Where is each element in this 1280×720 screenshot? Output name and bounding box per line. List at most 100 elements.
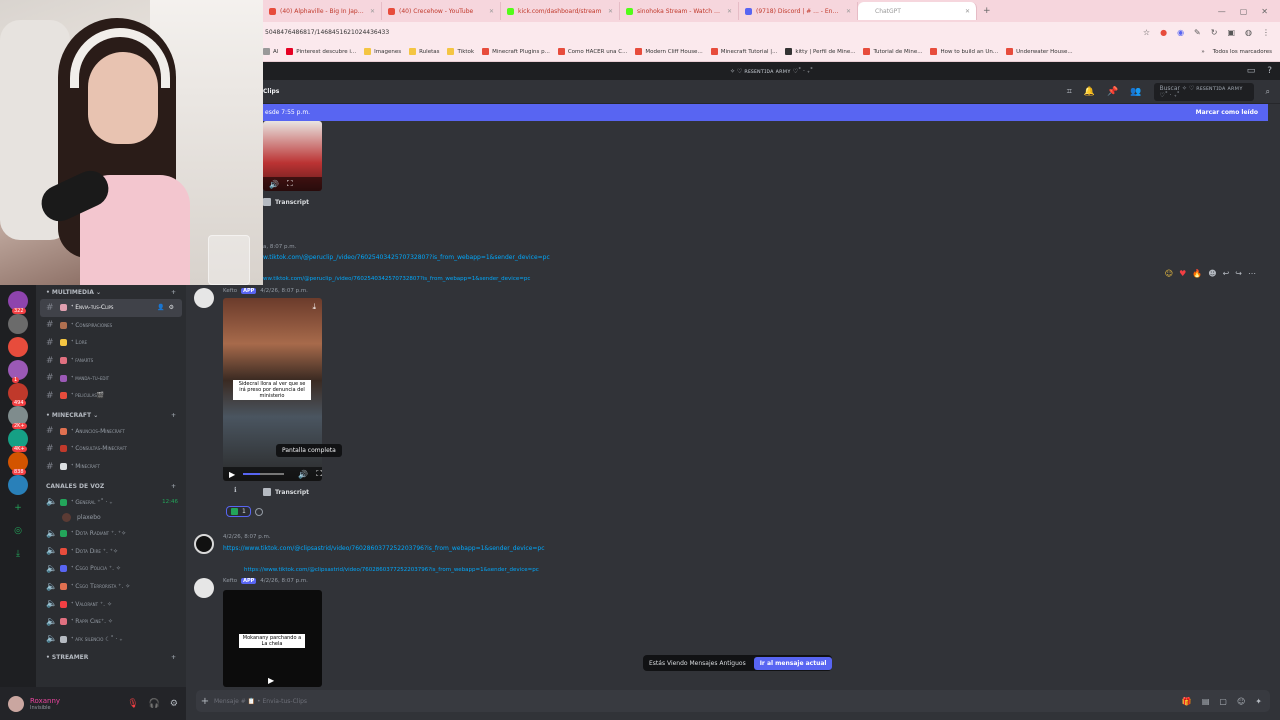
fullscreen-icon[interactable]: ⛶: [287, 179, 293, 189]
add-channel-icon[interactable]: +: [171, 483, 176, 490]
invite-icon[interactable]: 👤: [157, 304, 164, 311]
more-icon[interactable]: ⋯: [1248, 269, 1256, 278]
tab-close-icon[interactable]: ✕: [489, 8, 494, 15]
reply-link[interactable]: ww.tiktok.com/@peruclip_/video/760254034…: [263, 276, 530, 282]
avatar[interactable]: [194, 578, 214, 598]
bookmark-item[interactable]: kitty | Perfil de Mine...: [785, 48, 855, 55]
server-icon[interactable]: 322: [8, 291, 28, 314]
category-voz[interactable]: CANALES DE VOZ +: [36, 479, 186, 493]
bookmark-item[interactable]: How to build an Un...: [930, 48, 998, 55]
voice-channel-item[interactable]: 🔈 ᐩ Csgo Policia ⁺. ✧: [36, 560, 186, 578]
server-icon[interactable]: 838: [8, 452, 28, 475]
bookmarks-overflow-icon[interactable]: »: [1201, 49, 1204, 55]
channel-item[interactable]: # ᐩ fanarts: [36, 352, 186, 370]
voice-channel-item[interactable]: 🔈 ᐩ Rappi Cine⁺. ✧: [36, 613, 186, 631]
server-icon[interactable]: [8, 337, 28, 357]
gift-icon[interactable]: 🎁: [1182, 697, 1192, 706]
channel-item[interactable]: # ᐩ Lore: [36, 334, 186, 352]
channel-item[interactable]: # ᐩ Anuncios-Minecraft: [36, 423, 186, 441]
help-icon[interactable]: ?: [1267, 66, 1272, 76]
add-attachment-icon[interactable]: +: [196, 696, 214, 707]
play-icon[interactable]: ▶: [229, 470, 235, 479]
mute-icon[interactable]: 🎙: [127, 699, 138, 709]
tab-close-icon[interactable]: ✕: [370, 8, 375, 15]
browser-tab[interactable]: kick.com/dashboard/stream ✕: [501, 2, 620, 20]
bookmark-item[interactable]: Pinterest descubre i...: [286, 48, 356, 55]
add-channel-icon[interactable]: +: [171, 289, 176, 296]
bookmark-item[interactable]: Minecraft Plugins p...: [482, 48, 550, 55]
discover-icon[interactable]: ◎: [8, 521, 28, 541]
add-server-icon[interactable]: +: [8, 498, 28, 518]
members-icon[interactable]: 👥: [1130, 87, 1141, 97]
voice-channel-item[interactable]: 🔈 ᐩ Csgo Terrorista ⁺. ✧: [36, 578, 186, 596]
add-reaction-icon[interactable]: [254, 507, 263, 516]
tab-close-icon[interactable]: ✕: [965, 8, 970, 15]
voice-channel-item[interactable]: 🔈 ᐩ Dota Dire ⁺. ⁺✧: [36, 543, 186, 561]
close-icon[interactable]: ✕: [1261, 7, 1268, 16]
volume-icon[interactable]: 🔊: [269, 180, 279, 189]
download-icon[interactable]: ⤓: [312, 302, 316, 312]
opera-icon[interactable]: ●: [1160, 28, 1167, 37]
category-multimedia[interactable]: • MULTIMEDIA ⌄ +: [36, 285, 186, 299]
avatar[interactable]: [194, 534, 214, 554]
avatar[interactable]: [194, 288, 214, 308]
play-icon[interactable]: ▶: [268, 676, 274, 685]
tools-icon[interactable]: ✎: [1194, 28, 1201, 37]
server-icon[interactable]: 1: [8, 360, 28, 383]
new-messages-bar[interactable]: esde 7:55 p.m. Marcar como leído: [263, 104, 1268, 121]
browser-tab[interactable]: sinohoka Stream - Watch Live ... ✕: [620, 2, 739, 20]
message-input[interactable]: Mensaje # 📋 • Envia-tus-Clips: [214, 698, 307, 705]
jump-to-present-button[interactable]: Ir al mensaje actual: [753, 656, 833, 670]
avatar[interactable]: [8, 695, 24, 712]
category-minecraft[interactable]: • MINECRAFT ⌄ +: [36, 409, 186, 423]
browser-tab[interactable]: (9718) Discord | # ... - Envi... ✕: [739, 2, 858, 20]
bookmark-item[interactable]: Tutorial de Mine...: [863, 48, 922, 55]
add-channel-icon[interactable]: +: [171, 654, 176, 661]
info-icon[interactable]: ℹ: [234, 486, 237, 494]
voice-user[interactable]: plaxebo: [36, 511, 186, 525]
channel-item[interactable]: # ᐩ Minecraft: [36, 458, 186, 476]
author-name[interactable]: Kefto: [223, 288, 237, 294]
maximize-icon[interactable]: ▢: [1240, 7, 1248, 16]
sidebar-icon[interactable]: ▣: [1227, 28, 1235, 37]
extension-icon[interactable]: ◉: [1177, 28, 1184, 37]
channel-item[interactable]: # ᐩ manda-tu-edit: [36, 369, 186, 387]
forward-icon[interactable]: ↪: [1235, 269, 1242, 278]
bookmark-item[interactable]: Minecraft Tutorial |...: [710, 48, 777, 55]
server-icon[interactable]: [8, 475, 28, 495]
star-icon[interactable]: ☆: [1143, 28, 1150, 37]
bookmark-item[interactable]: Underwater House...: [1006, 48, 1073, 55]
voice-channel-item[interactable]: 🔈 ᐩ Valorant ⁺. ✧: [36, 595, 186, 613]
menu-icon[interactable]: ⋮: [1262, 28, 1270, 37]
voice-channel-item[interactable]: 🔈 ᐩ General ⁺˚ ‧ ₊ 12:46: [36, 493, 186, 511]
server-icon[interactable]: [8, 314, 28, 334]
sticker-icon[interactable]: ▢: [1219, 697, 1227, 706]
mark-as-read-button[interactable]: Marcar como leído: [1196, 109, 1258, 116]
bookmark-item[interactable]: Ruletas: [409, 48, 439, 55]
emoji-icon[interactable]: ☺: [1165, 269, 1173, 278]
author-name[interactable]: Kefto: [223, 578, 237, 584]
browser-tab[interactable]: (40) Alphaville - Big In Japan (... ✕: [263, 2, 382, 20]
url-field[interactable]: 5048476486817/1468451621024436433: [263, 29, 1143, 36]
user-info[interactable]: Roxanny Invisible: [30, 697, 60, 711]
message-link[interactable]: w.tiktok.com/@peruclip_/video/7602540342…: [263, 254, 550, 261]
new-tab-button[interactable]: +: [977, 6, 997, 16]
browser-tab[interactable]: ChatGPT ✕: [858, 2, 977, 20]
headphones-icon[interactable]: 🎧: [149, 699, 160, 709]
bookmark-item[interactable]: Modern Cliff House...: [635, 48, 703, 55]
server-icon[interactable]: 4K+: [8, 429, 28, 452]
voice-channel-item[interactable]: 🔈 ᐩ Dota Radiant ⁺. ⁺✧: [36, 525, 186, 543]
channel-item[interactable]: # ᐩ peliculas🎬: [36, 387, 186, 405]
threads-icon[interactable]: ⌗: [1067, 87, 1072, 97]
reaction-check[interactable]: 1: [226, 506, 251, 517]
channel-item[interactable]: # ᐩ Envia-tus-Clips 👤 ⚙: [40, 299, 182, 317]
tab-close-icon[interactable]: ✕: [846, 8, 851, 15]
fullscreen-icon[interactable]: ⛶: [316, 469, 322, 479]
volume-icon[interactable]: 🔊: [298, 470, 308, 479]
reply-link[interactable]: https://www.tiktok.com/@clipsastrid/vide…: [244, 567, 539, 573]
profile-icon[interactable]: ◍: [1245, 28, 1252, 37]
bookmark-item[interactable]: Al: [263, 48, 278, 55]
channel-item[interactable]: # ᐩ Consultas-Minecraft: [36, 440, 186, 458]
minimize-icon[interactable]: —: [1218, 7, 1226, 16]
progress-bar[interactable]: [243, 473, 285, 475]
